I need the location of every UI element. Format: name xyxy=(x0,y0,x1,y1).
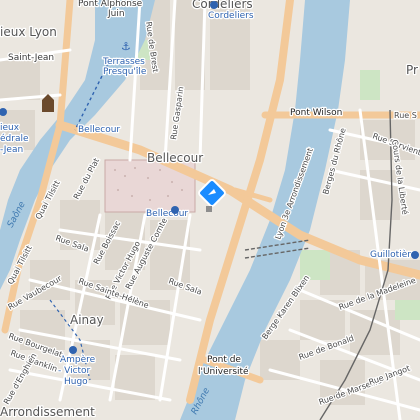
poi-ampere-3[interactable]: Hugo xyxy=(63,376,90,389)
poi-pont-alphonse: Pont Alphonse xyxy=(78,0,143,9)
poi-ampere-2[interactable]: - Victor xyxy=(57,365,92,378)
poi-cathedrale-1[interactable]: ieux xyxy=(0,122,21,135)
poi-saint-jean[interactable]: Saint-Jean xyxy=(7,52,56,65)
poi-bellecour[interactable]: Bellecour xyxy=(77,124,122,137)
poi-ampere-1[interactable]: Ampère xyxy=(59,353,97,367)
statue-icon xyxy=(206,206,212,212)
poi-cathedrale-3[interactable]: -Jean xyxy=(0,144,24,157)
poi-cathedrale-2[interactable]: édrale xyxy=(0,132,30,146)
poi-guillotiere[interactable]: Guillotière xyxy=(369,248,418,262)
poi-bellecour-metro[interactable]: Bellecour xyxy=(145,208,190,221)
poi-terrasses[interactable]: Terrasses Presqu'île xyxy=(101,56,148,79)
district-arrondissement-2: Arrondissement xyxy=(0,405,95,419)
poi-juin: Juin xyxy=(107,9,125,19)
anchor-icon: ⚓ xyxy=(121,40,131,53)
svg-text:⚓: ⚓ xyxy=(121,40,131,53)
bridge-universite-2: l'Université xyxy=(198,366,249,377)
district-vieux-lyon: ieux Lyon xyxy=(0,25,57,39)
district-cordeliers: Cordeliers xyxy=(192,0,253,11)
district-bellecour: Bellecour xyxy=(147,151,203,165)
poi-cordeliers-metro[interactable]: Cordeliers xyxy=(207,10,255,23)
bridge-pont-wilson: Pont Wilson xyxy=(290,108,342,118)
district-ainay: Ainay xyxy=(70,313,104,327)
street-rue-s: Rue S xyxy=(394,111,417,120)
map-canvas[interactable]: Cordeliers Bellecour Ainay ieux Lyon Arr… xyxy=(0,0,420,420)
bridge-universite-1: Pont de xyxy=(207,355,241,365)
district-presqu: Pr xyxy=(406,63,418,77)
